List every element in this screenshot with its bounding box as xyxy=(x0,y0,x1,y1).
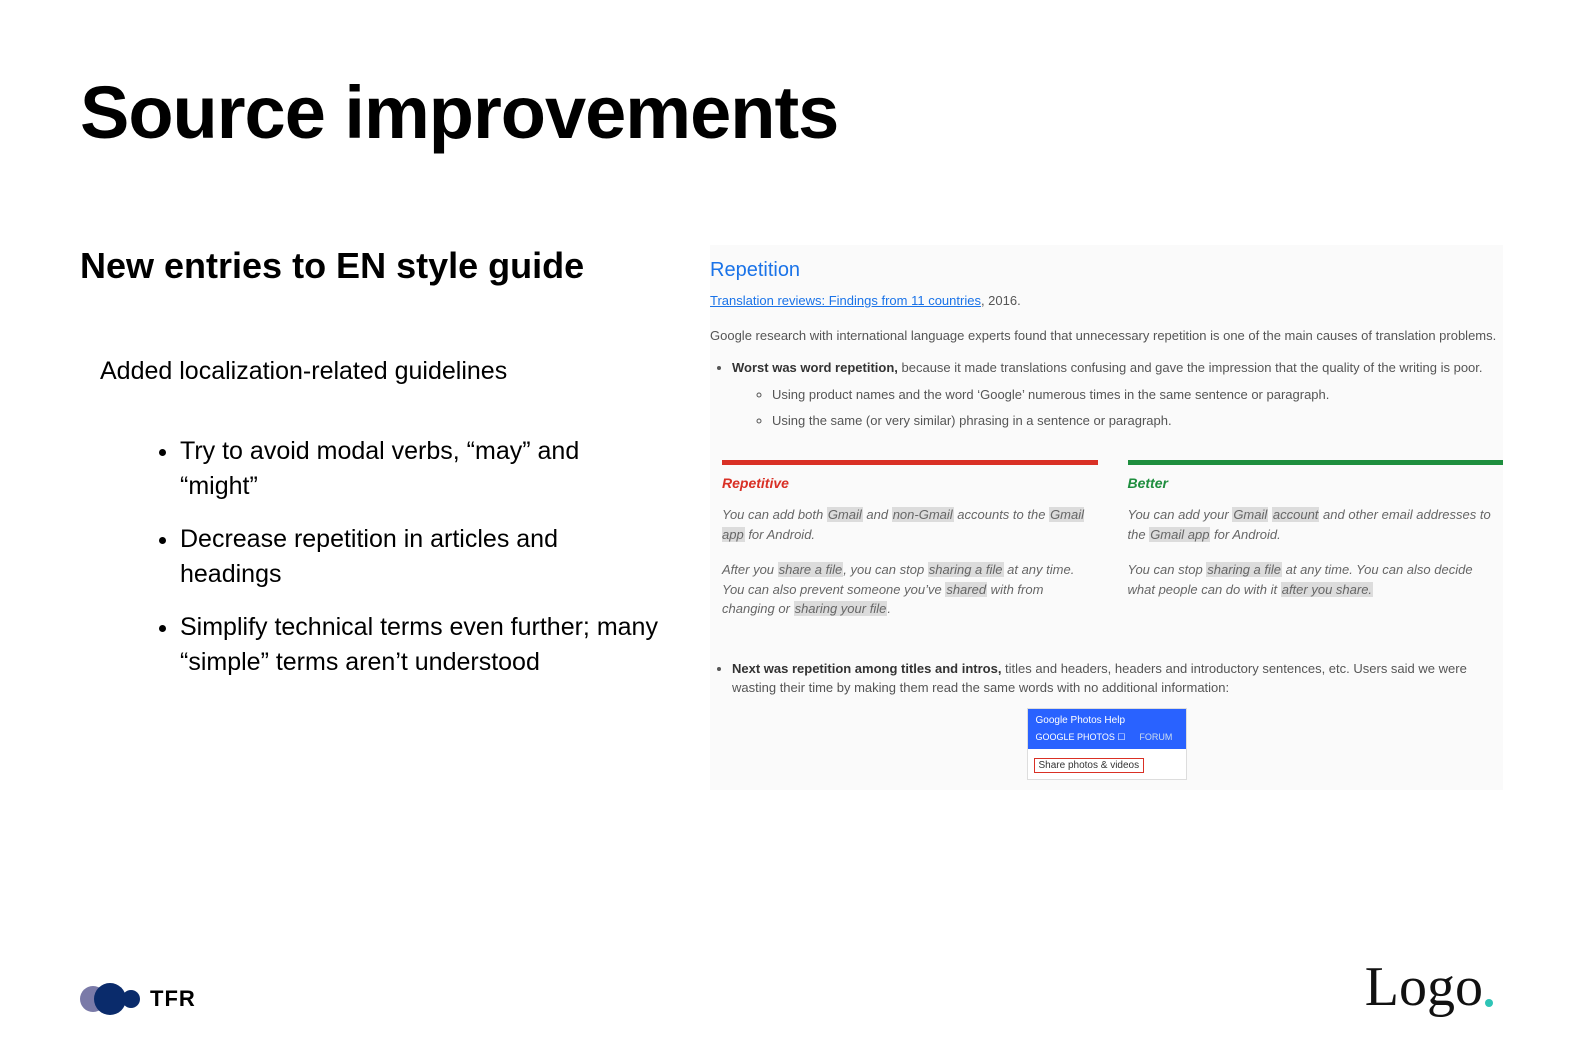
panel-paragraph: Google research with international langu… xyxy=(710,326,1503,346)
section-subheading: New entries to EN style guide xyxy=(80,245,680,287)
bullet-item: Simplify technical terms even further; m… xyxy=(180,610,680,680)
citation-link[interactable]: Translation reviews: Findings from 11 co… xyxy=(710,293,981,308)
panel-findings-2: Next was repetition among titles and int… xyxy=(732,659,1503,698)
help-preview-tabs: GOOGLE PHOTOS ☐ FORUM xyxy=(1028,729,1186,749)
tfr-logo: TFR xyxy=(80,983,196,1015)
finding-strong: Next was repetition among titles and int… xyxy=(732,661,1001,676)
tfr-text: TFR xyxy=(150,986,196,1012)
tfr-mark-icon xyxy=(80,983,140,1015)
sub-item: Using product names and the word ‘Google… xyxy=(772,385,1503,405)
finding-strong: Worst was word repetition, xyxy=(732,360,898,375)
compare-col-better: Better You can add your Gmail account an… xyxy=(1128,460,1504,635)
panel-findings: Worst was word repetition, because it ma… xyxy=(732,358,1503,431)
boxed-link: Share photos & videos xyxy=(1034,758,1145,773)
compare-col-repetitive: Repetitive You can add both Gmail and no… xyxy=(722,460,1098,635)
example-text: You can stop sharing a file at any time.… xyxy=(1128,560,1504,599)
panel-citation: Translation reviews: Findings from 11 co… xyxy=(710,292,1503,308)
bullet-item: Try to avoid modal verbs, “may” and “mig… xyxy=(180,434,680,504)
example-text: You can add your Gmail account and other… xyxy=(1128,505,1504,544)
slide-footer: TFR Logo xyxy=(80,959,1483,1015)
panel-heading: Repetition xyxy=(710,259,1503,282)
help-center-preview: Google Photos Help GOOGLE PHOTOS ☐ FORUM… xyxy=(1027,708,1187,780)
finding-rest: because it made translations confusing a… xyxy=(898,360,1483,375)
columns: New entries to EN style guide Added loca… xyxy=(80,245,1503,790)
bar-green xyxy=(1128,460,1504,465)
slide: Source improvements New entries to EN st… xyxy=(0,0,1583,1055)
help-tab: FORUM xyxy=(1139,732,1172,743)
citation-year: , 2016. xyxy=(981,293,1021,308)
style-guide-panel: Repetition Translation reviews: Findings… xyxy=(710,245,1503,790)
left-column: New entries to EN style guide Added loca… xyxy=(80,245,680,790)
sub-item: Using the same (or very similar) phrasin… xyxy=(772,411,1503,431)
bullet-list: Try to avoid modal verbs, “may” and “mig… xyxy=(180,434,680,680)
script-logo: Logo xyxy=(1365,959,1483,1015)
intro-line: Added localization-related guidelines xyxy=(100,357,680,386)
comparison-table: Repetitive You can add both Gmail and no… xyxy=(722,460,1503,635)
col-label-better: Better xyxy=(1128,475,1504,491)
logo-text: Logo xyxy=(1365,956,1483,1018)
col-label-repetitive: Repetitive xyxy=(722,475,1098,491)
finding-item: Worst was word repetition, because it ma… xyxy=(732,358,1503,431)
example-text: After you share a file, you can stop sha… xyxy=(722,560,1098,619)
bar-red xyxy=(722,460,1098,465)
help-preview-header: Google Photos Help xyxy=(1028,709,1186,729)
finding-item: Next was repetition among titles and int… xyxy=(732,659,1503,698)
example-text: You can add both Gmail and non-Gmail acc… xyxy=(722,505,1098,544)
bullet-item: Decrease repetition in articles and head… xyxy=(180,522,680,592)
logo-dot-icon xyxy=(1485,999,1493,1007)
slide-title: Source improvements xyxy=(80,70,1503,155)
sub-list: Using product names and the word ‘Google… xyxy=(772,385,1503,430)
help-preview-body: Share photos & videos xyxy=(1028,749,1186,779)
help-tab: GOOGLE PHOTOS ☐ xyxy=(1036,732,1126,743)
